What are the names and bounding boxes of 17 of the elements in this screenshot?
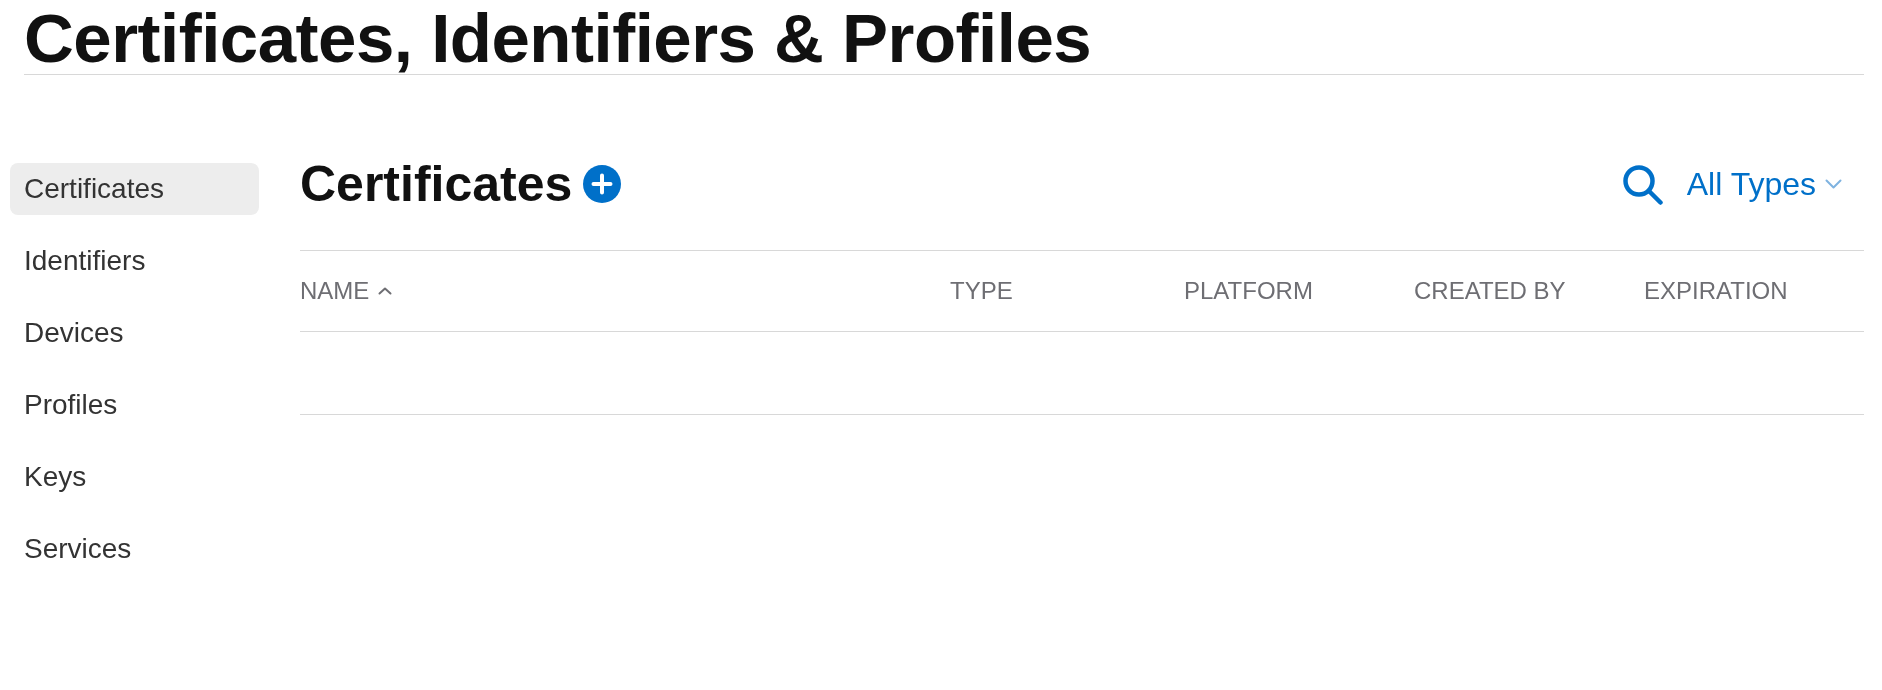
sidebar-item[interactable]: Keys — [10, 451, 259, 503]
sidebar-item[interactable]: Profiles — [10, 379, 259, 431]
sidebar-item[interactable]: Certificates — [10, 163, 259, 215]
section-heading: Certificates — [300, 159, 573, 209]
type-filter-dropdown[interactable]: All Types — [1686, 168, 1842, 200]
search-icon[interactable] — [1621, 163, 1663, 205]
sidebar-item[interactable]: Devices — [10, 307, 259, 359]
page-title: Certificates, Identifiers & Profiles — [24, 4, 1092, 73]
column-header[interactable]: CREATED BY — [1414, 279, 1566, 303]
column-header[interactable]: NAME — [300, 279, 370, 303]
column-header[interactable]: PLATFORM — [1184, 279, 1313, 303]
add-icon[interactable] — [583, 165, 622, 203]
column-header[interactable]: TYPE — [950, 279, 1013, 303]
column-header[interactable]: EXPIRATION — [1644, 279, 1788, 303]
sidebar-item[interactable]: Identifiers — [10, 235, 259, 287]
sidebar-item[interactable]: Services — [10, 523, 259, 575]
chevron-down-icon — [1825, 179, 1842, 189]
